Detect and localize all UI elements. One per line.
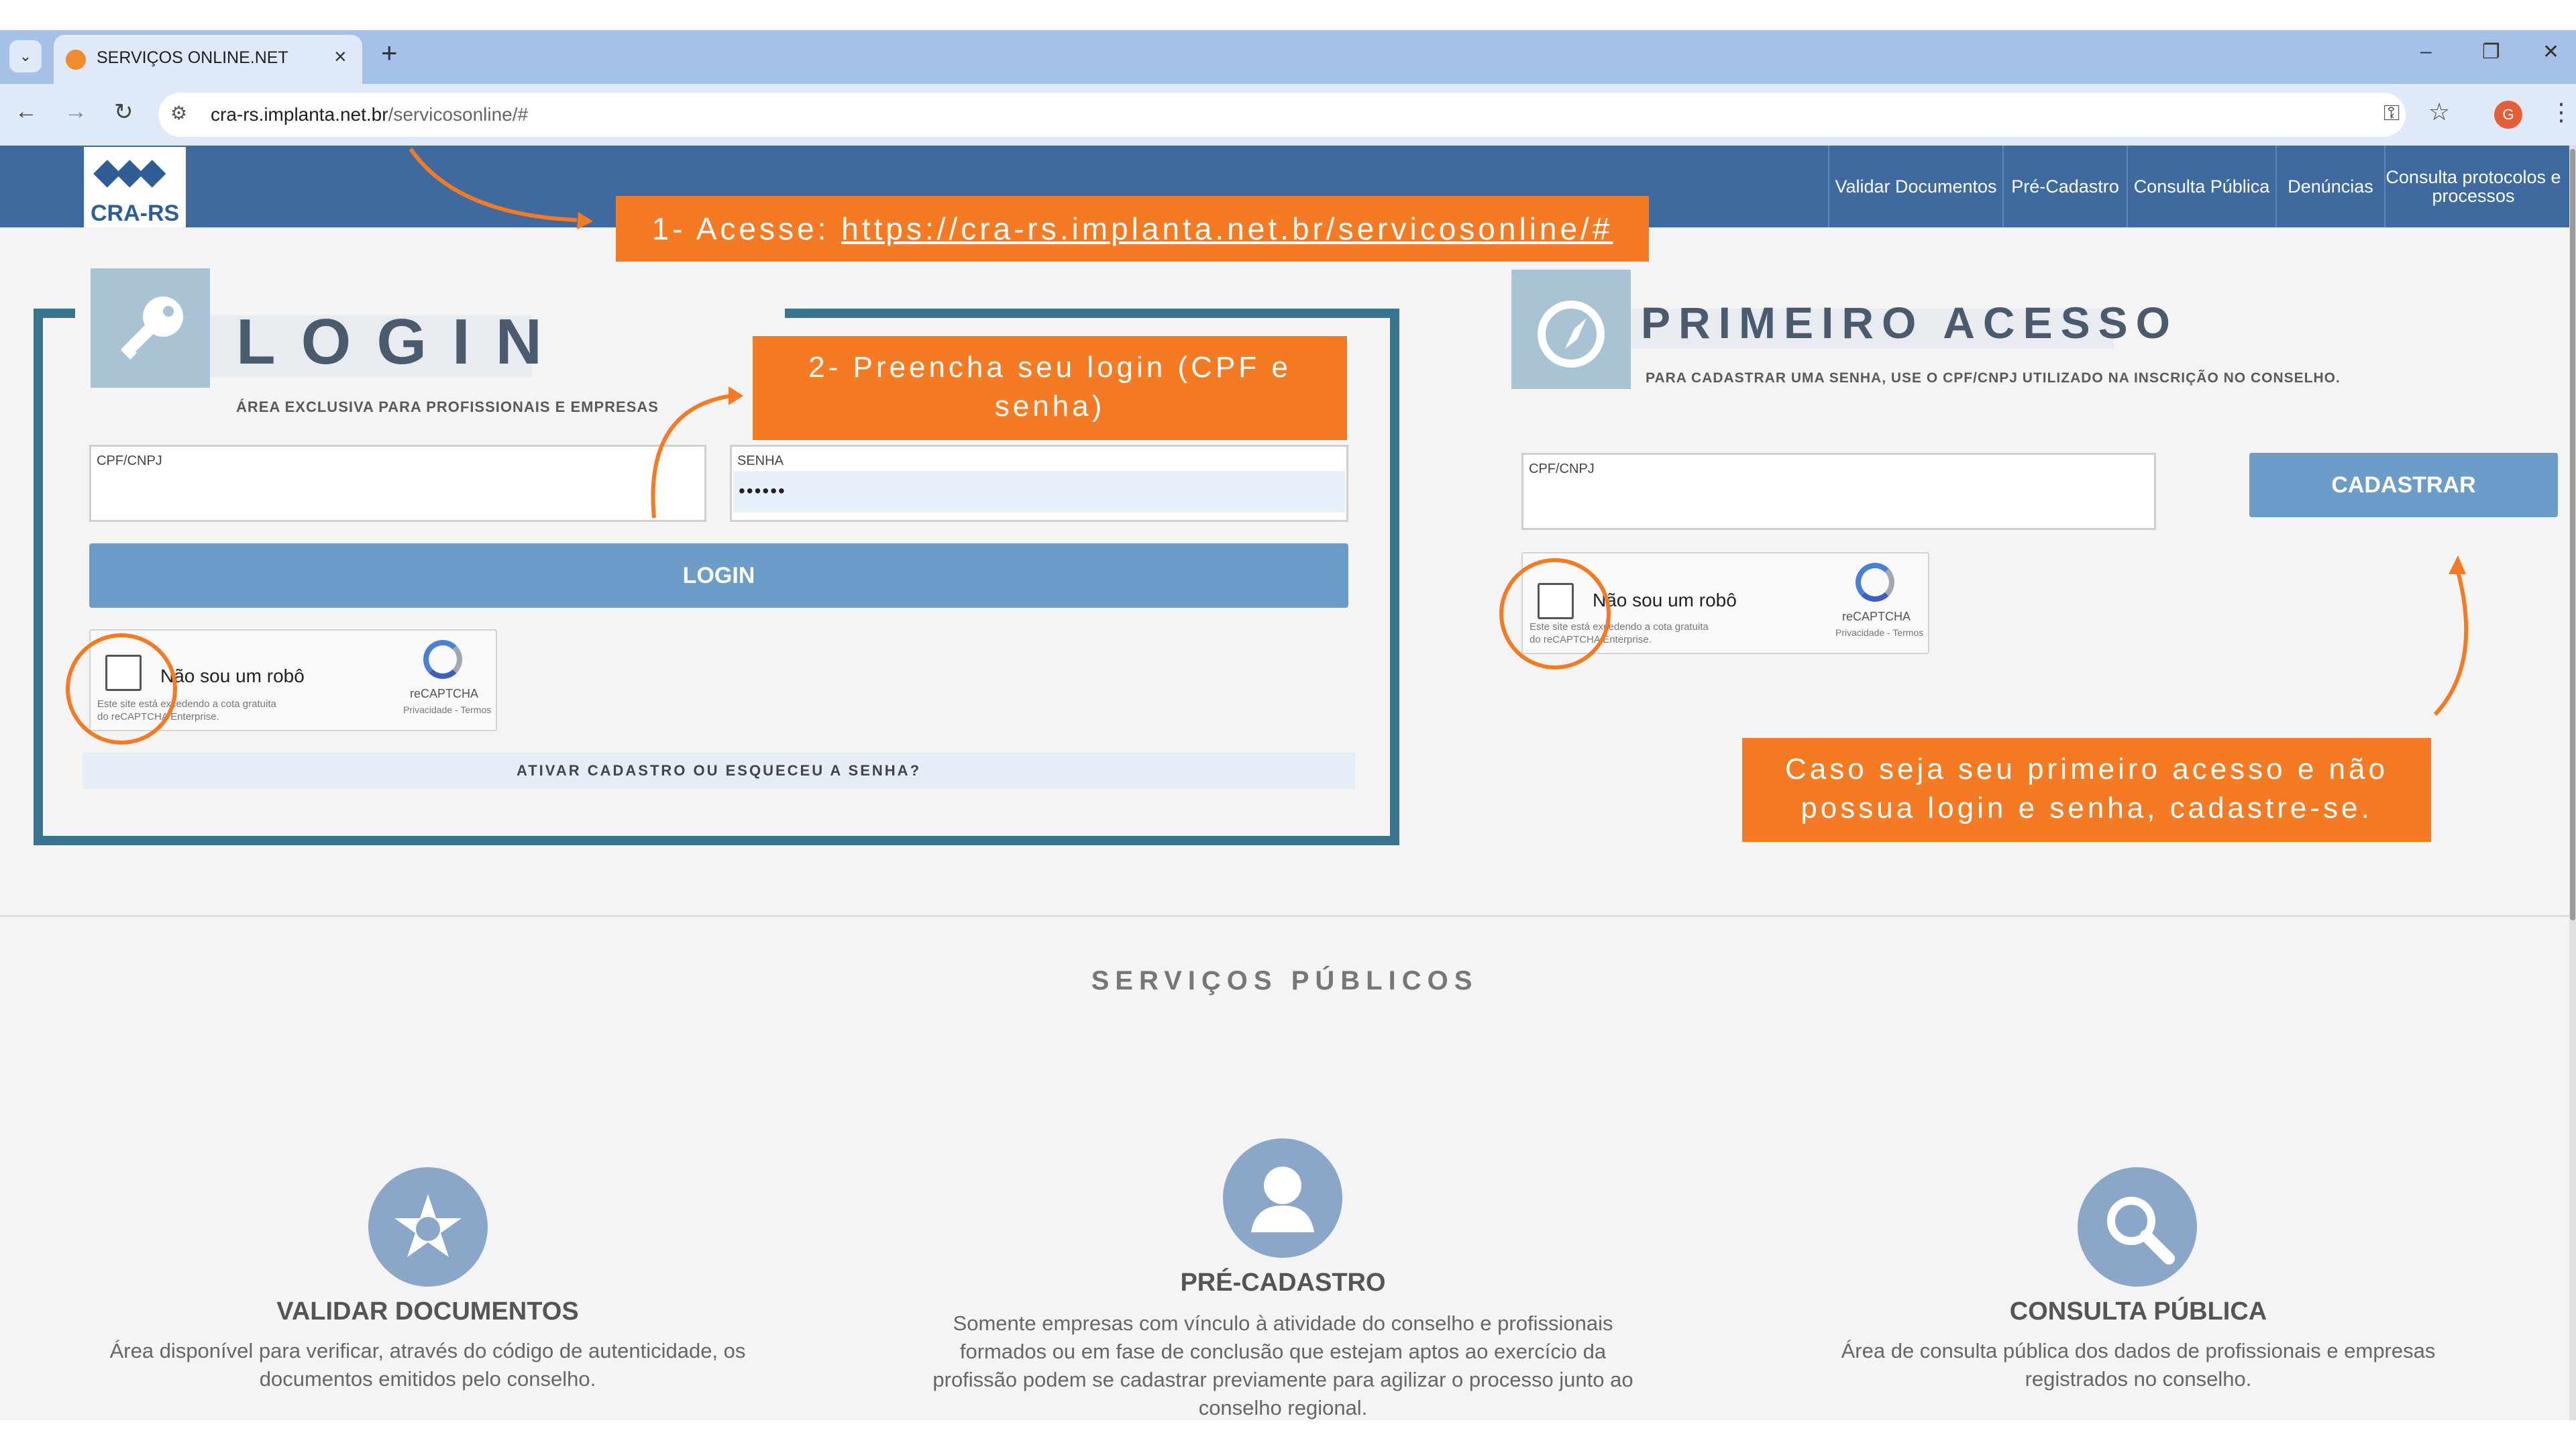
annotation-arrowhead [2449,555,2466,574]
step1-prefix: 1- Acesse: [651,211,842,246]
step1-link[interactable]: https://cra-rs.implanta.net.br/servicoso… [841,211,1613,246]
bottom-margin [0,1420,2576,1449]
annotation-checkbox-ring [66,633,177,745]
annotation-arrowhead [729,386,743,405]
annotation-arrowhead [577,212,593,229]
annotation-step-2: 2- Preencha seu login (CPF e senha) [753,336,1347,440]
annotation-step-3: Caso seja seu primeiro acesso e não poss… [1742,738,2431,842]
annotation-checkbox-ring [1499,558,1611,669]
annotation-step-1: 1- Acesse: https://cra-rs.implanta.net.b… [616,196,1649,262]
